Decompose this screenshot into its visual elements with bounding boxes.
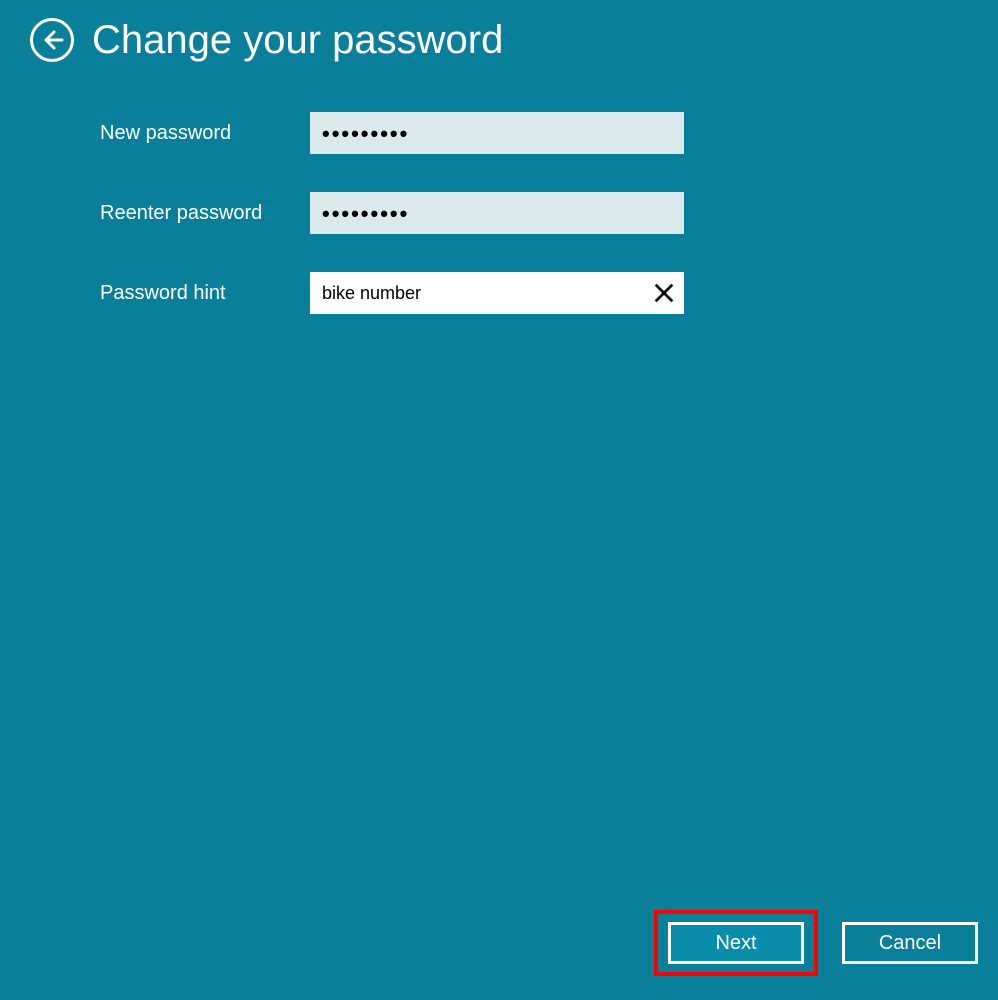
next-button-highlight: Next: [654, 910, 818, 976]
reenter-password-row: Reenter password: [100, 192, 998, 234]
password-hint-row: Password hint: [100, 272, 998, 314]
form-area: New password Reenter password Password h…: [0, 72, 998, 314]
reenter-password-input-wrap: [310, 192, 684, 234]
reenter-password-input[interactable]: [310, 192, 684, 234]
password-hint-label: Password hint: [100, 282, 310, 305]
clear-hint-button[interactable]: [648, 277, 680, 309]
new-password-input-wrap: [310, 112, 684, 154]
cancel-button[interactable]: Cancel: [842, 922, 978, 964]
new-password-label: New password: [100, 122, 310, 145]
new-password-row: New password: [100, 112, 998, 154]
header: Change your password: [0, 0, 998, 72]
next-button[interactable]: Next: [668, 922, 804, 964]
close-icon: [653, 282, 675, 304]
password-hint-input[interactable]: [310, 272, 684, 314]
page-title: Change your password: [92, 20, 503, 60]
back-button[interactable]: [30, 18, 74, 62]
footer: Next Cancel: [654, 910, 978, 976]
back-arrow-icon: [40, 28, 64, 52]
reenter-password-label: Reenter password: [100, 202, 310, 225]
new-password-input[interactable]: [310, 112, 684, 154]
password-hint-input-wrap: [310, 272, 684, 314]
